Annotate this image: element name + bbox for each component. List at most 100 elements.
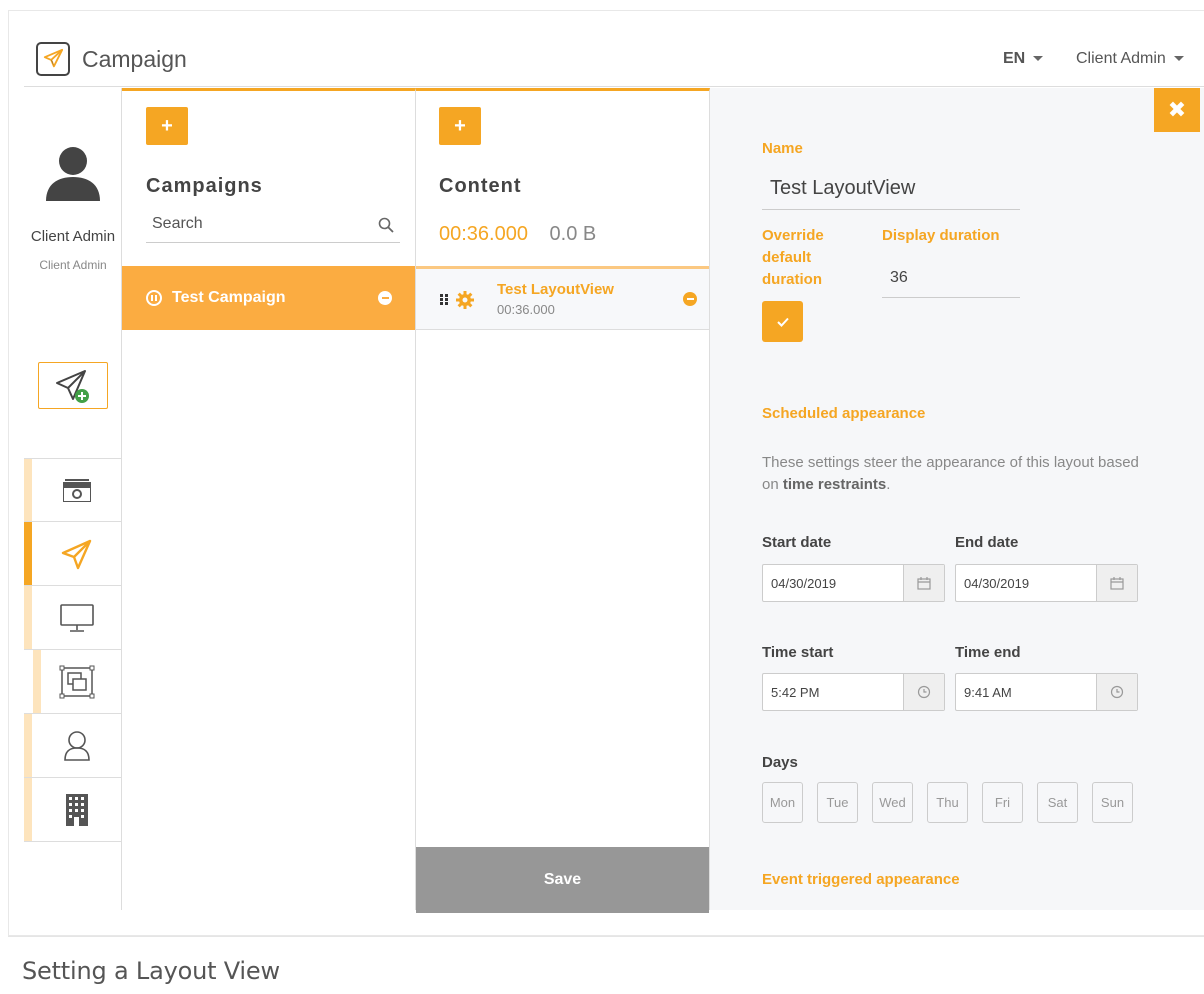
calendar-icon[interactable] — [1096, 565, 1137, 601]
paper-plane-icon — [61, 539, 92, 569]
days-label: Days — [762, 754, 798, 771]
day-toggle-mon[interactable]: Mon — [762, 782, 803, 823]
content-item-duration: 00:36.000 — [497, 302, 555, 317]
nav-buildings[interactable] — [24, 778, 122, 842]
figure-caption: Setting a Layout View — [22, 957, 280, 985]
paper-plane-add-icon — [56, 369, 89, 403]
content-stats: 00:36.000 0.0 B — [439, 223, 596, 246]
detail-panel: ✖ Name Override default duration Display… — [710, 88, 1204, 910]
language-label: EN — [1003, 50, 1026, 67]
day-toggle-sun[interactable]: Sun — [1092, 782, 1133, 823]
user-name: Client Admin — [30, 228, 116, 245]
app-title: Campaign — [82, 46, 187, 72]
user-menu[interactable]: Client Admin — [1076, 50, 1184, 68]
total-size: 0.0 B — [549, 223, 597, 245]
remove-campaign-icon[interactable] — [378, 291, 392, 305]
campaign-name: Test Campaign — [172, 289, 286, 306]
chevron-down-icon — [1033, 56, 1044, 62]
name-label: Name — [762, 140, 803, 157]
nav-screens[interactable] — [24, 586, 122, 650]
time-end-label: Time end — [955, 644, 1021, 661]
avatar-icon — [46, 147, 100, 201]
day-toggle-sat[interactable]: Sat — [1037, 782, 1078, 823]
override-duration-checkbox[interactable] — [762, 301, 803, 342]
camera-icon — [63, 479, 91, 502]
day-toggle-wed[interactable]: Wed — [872, 782, 913, 823]
campaign-search — [146, 209, 400, 243]
end-date-label: End date — [955, 534, 1019, 551]
override-duration-label: Override default duration — [762, 225, 824, 291]
end-date-picker — [955, 564, 1138, 602]
clock-icon[interactable] — [1096, 674, 1137, 710]
top-bar: Campaign EN Client Admin — [24, 30, 1204, 87]
caption-area: Setting a Layout View — [8, 936, 1204, 994]
drag-handle-icon[interactable] — [440, 294, 448, 305]
scheduled-desc-bold: time restraints — [782, 476, 887, 493]
time-start-input[interactable] — [763, 674, 903, 710]
campaigns-title: Campaigns — [146, 175, 263, 197]
day-toggle-fri[interactable]: Fri — [982, 782, 1023, 823]
nav-users[interactable] — [24, 714, 122, 778]
campaigns-column: + Campaigns Test Campaign — [122, 88, 416, 910]
building-icon — [66, 793, 88, 826]
day-toggle-tue[interactable]: Tue — [817, 782, 858, 823]
time-start-label: Time start — [762, 644, 834, 661]
campaign-list-item[interactable]: Test Campaign — [122, 266, 415, 330]
nav-campaigns[interactable] — [24, 522, 122, 586]
user-icon — [64, 730, 90, 761]
override-label-line: default — [762, 249, 812, 266]
end-date-input[interactable] — [956, 565, 1096, 601]
language-selector[interactable]: EN — [1003, 50, 1044, 68]
total-duration: 00:36.000 — [439, 223, 528, 245]
time-end-input[interactable] — [956, 674, 1096, 710]
search-icon — [378, 217, 394, 233]
nav-media[interactable] — [24, 458, 122, 522]
content-title: Content — [439, 175, 522, 197]
start-date-label: Start date — [762, 534, 832, 551]
sidebar: Client Admin Client Admin — [24, 88, 122, 910]
monitor-icon — [60, 603, 94, 632]
display-duration-field[interactable] — [882, 258, 1020, 298]
chevron-down-icon — [1173, 56, 1184, 62]
time-end-picker — [955, 673, 1138, 711]
display-duration-label: Display duration — [882, 227, 1000, 244]
nav-stripe — [24, 459, 32, 521]
nav-stripe — [33, 650, 41, 713]
nav-layouts[interactable] — [24, 650, 122, 714]
override-label-line: duration — [762, 271, 822, 288]
nav-stripe — [24, 714, 32, 777]
main-nav — [24, 458, 122, 842]
day-toggle-thu[interactable]: Thu — [927, 782, 968, 823]
scheduled-appearance-title: Scheduled appearance — [762, 405, 926, 422]
content-column: + Content 00:36.000 0.0 B Test LayoutVie… — [416, 88, 710, 913]
search-input[interactable] — [146, 209, 366, 239]
close-icon[interactable]: ✖ — [1154, 88, 1200, 132]
scheduled-desc-end: . — [886, 476, 891, 493]
save-button[interactable]: Save — [416, 847, 709, 913]
scheduled-description: These settings steer the appearance of t… — [762, 452, 1142, 496]
new-campaign-button[interactable] — [38, 362, 108, 409]
pause-icon[interactable] — [146, 290, 162, 306]
logo — [36, 42, 70, 76]
start-date-picker — [762, 564, 945, 602]
gear-icon[interactable] — [456, 291, 474, 309]
add-content-button[interactable]: + — [439, 107, 481, 145]
calendar-icon[interactable] — [903, 565, 944, 601]
clock-icon[interactable] — [903, 674, 944, 710]
days-selector: Mon Tue Wed Thu Fri Sat Sun — [762, 782, 1133, 823]
nav-stripe — [24, 778, 32, 841]
add-campaign-button[interactable]: + — [146, 107, 188, 145]
remove-content-icon[interactable] — [683, 292, 697, 306]
nav-stripe — [24, 522, 32, 585]
layout-icon — [59, 665, 95, 698]
content-list-item[interactable]: Test LayoutView 00:36.000 — [416, 266, 709, 330]
check-icon — [776, 317, 789, 327]
content-item-title: Test LayoutView — [497, 281, 614, 298]
start-date-input[interactable] — [763, 565, 903, 601]
user-role: Client Admin — [39, 258, 107, 272]
nav-stripe — [24, 586, 32, 649]
name-field[interactable] — [762, 168, 1020, 210]
user-menu-label: Client Admin — [1076, 50, 1166, 67]
paper-plane-logo-icon — [43, 48, 64, 68]
time-start-picker — [762, 673, 945, 711]
